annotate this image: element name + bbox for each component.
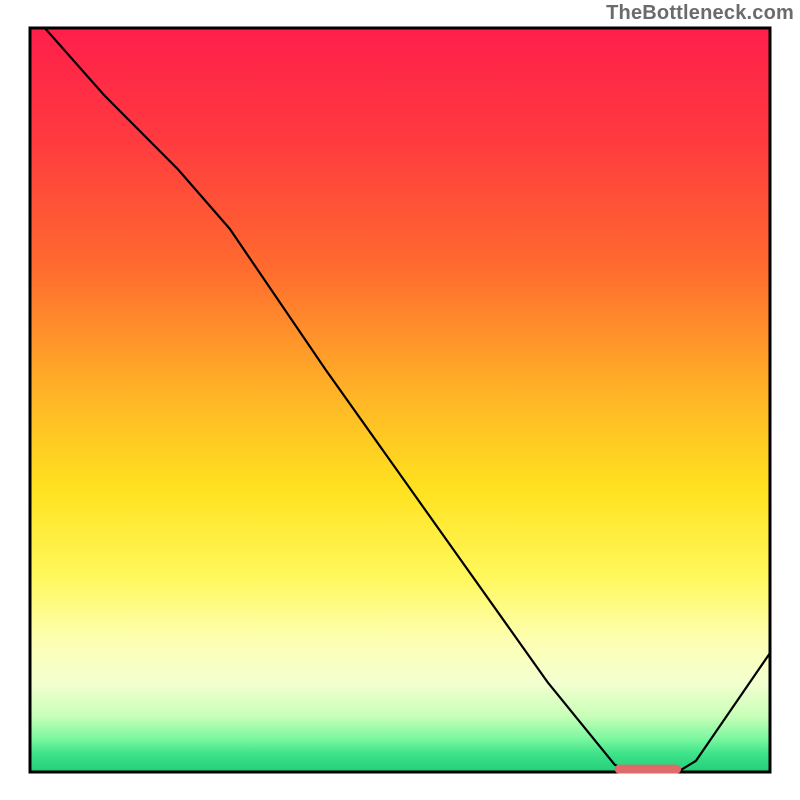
bottleneck-chart (0, 0, 800, 800)
watermark-text: TheBottleneck.com (606, 2, 794, 25)
gradient-background (30, 28, 770, 772)
plot-area (30, 28, 770, 774)
optimal-range-marker (615, 765, 682, 774)
